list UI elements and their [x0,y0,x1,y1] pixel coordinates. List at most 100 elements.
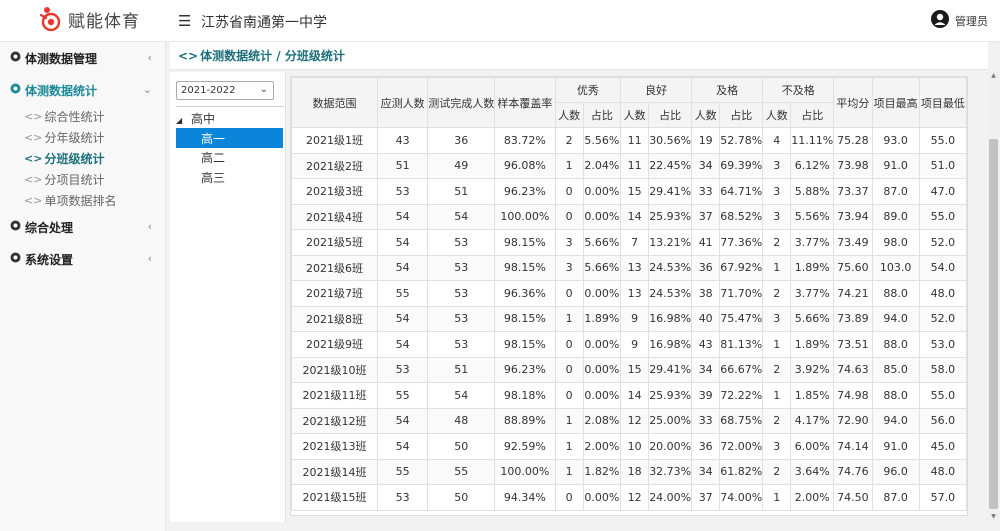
year-select[interactable]: 2021-2022 ⌄ [176,81,274,100]
tree-node-grade-2[interactable]: 高二 [176,147,283,167]
col-header-count[interactable]: 人数 [691,102,721,128]
table-cell: 98.18% [494,382,556,409]
table-row[interactable]: 2021级13班 54 50 92.59% 1 2.00% 10 20.00% 36 72.00%… [291,433,967,460]
tree-node-grade-3[interactable]: 高三 [176,167,283,187]
table-cell: 3 [762,152,792,179]
app-logo[interactable]: 赋能体育 [38,6,140,32]
table-cell: 33 [691,178,721,205]
nav-item-project-stats[interactable]: <> 分项目统计 [0,169,165,190]
table-cell: 55 [427,458,496,485]
table-row[interactable]: 2021级11班 55 54 98.18% 0 0.00% 14 25.93% 39 72.22%… [291,382,967,409]
table-cell: 54 [427,203,496,230]
table-row[interactable]: 2021级7班 55 53 96.36% 0 0.00% 13 24.53% 38 71.70% 2… [291,280,967,307]
table-cell: 6.00% [790,433,835,460]
scroll-down-arrow-icon[interactable]: ▼ [988,513,999,523]
circle-icon [10,252,21,266]
table-cell: 74.76 [833,458,873,485]
table-cell: 25.93% [648,203,693,230]
table-row[interactable]: 2021级8班 54 53 98.15% 1 1.89% 9 16.98% 40 75.47% 3 5… [291,305,967,332]
table-row[interactable]: 2021级12班 54 48 88.89% 1 2.08% 12 25.00% 33 68.75%… [291,407,967,434]
col-header-count[interactable]: 人数 [762,102,792,128]
col-header-completed[interactable]: 测试完成人数 [427,77,496,128]
table-cell: 88.0 [871,382,920,409]
col-header-ratio[interactable]: 占比 [719,102,764,128]
table-cell: 2021级15班 [291,484,379,511]
table-row[interactable]: 2021级15班 53 50 94.34% 0 0.00% 12 24.00% 37 74.00%… [291,484,967,511]
table-cell: 3 [762,203,792,230]
table-row[interactable]: 2021级1班 43 36 83.72% 2 5.56% 11 30.56% 19 52.78% 4… [291,127,967,154]
table-cell: 54 [377,229,429,256]
col-header-range[interactable]: 数据范围 [291,77,379,128]
table-cell: 2.04% [582,152,622,179]
table-cell: 75.60 [833,254,873,281]
table-cell: 0 [554,484,584,511]
table-row[interactable]: 2021级9班 54 53 98.15% 0 0.00% 9 16.98% 43 81.13% 1 1… [291,331,967,358]
nav-group-data-statistics[interactable]: 体测数据统计 ⌄ [0,74,165,106]
table-cell: 96.23% [494,178,556,205]
nav-item-class-stats[interactable]: <> 分班级统计 [0,148,165,169]
table-cell: 4.17% [790,407,835,434]
table-row[interactable]: 2021级5班 54 53 98.15% 3 5.66% 7 13.21% 41 77.36% 2 3… [291,229,967,256]
table-cell: 14 [620,382,650,409]
menu-toggle-icon[interactable]: ☰ [178,12,191,30]
table-row[interactable]: 2021级2班 51 49 96.08% 1 2.04% 11 22.45% 34 69.39% 3… [291,152,967,179]
col-header-max[interactable]: 项目最高 [871,77,920,128]
table-cell: 24.00% [648,484,693,511]
breadcrumb-text[interactable]: 体测数据统计 / 分班级统计 [200,47,345,64]
code-icon: <> [24,173,43,186]
col-header-min[interactable]: 项目最低 [918,77,967,128]
user-name: 管理员 [955,14,988,28]
table-cell: 53 [377,484,429,511]
scrollbar-thumb[interactable] [989,139,998,509]
col-header-expected[interactable]: 应测人数 [377,77,429,128]
table-cell: 0 [554,382,584,409]
col-header-pass: 及格 [691,77,764,103]
scroll-up-arrow-icon[interactable]: ▲ [988,72,999,82]
nav-group-settings[interactable]: 系统设置 ‹ [0,243,165,275]
table-cell: 2 [554,127,584,154]
table-cell: 93.0 [871,127,920,154]
col-header-ratio[interactable]: 占比 [582,102,622,128]
year-select-value: 2021-2022 [181,85,236,96]
table-row[interactable]: 2021级6班 54 53 98.15% 3 5.66% 13 24.53% 36 67.92% 1… [291,254,967,281]
table-cell: 3.77% [790,229,835,256]
table-cell: 2.00% [582,433,622,460]
table-cell: 1.89% [582,305,622,332]
nav-item-grade-stats[interactable]: <> 分年级统计 [0,127,165,148]
table-row[interactable]: 2021级3班 53 51 96.23% 0 0.00% 15 29.41% 33 64.71% 3… [291,178,967,205]
table-cell: 48 [427,407,496,434]
col-header-count[interactable]: 人数 [620,102,650,128]
circle-icon [10,83,21,97]
nav-group-comprehensive[interactable]: 综合处理 ‹ [0,211,165,243]
divider [176,106,284,107]
table-row[interactable]: 2021级14班 55 55 100.00% 1 1.82% 18 32.73% 34 61.82… [291,458,967,485]
tree-root-label: 高中 [190,112,215,126]
tree-root-node[interactable]: ◢ 高中 [176,110,215,127]
col-header-ratio[interactable]: 占比 [790,102,835,128]
table-cell: 7 [620,229,650,256]
nav-item-label: 分年级统计 [44,131,105,145]
table-cell: 74.00% [719,484,764,511]
nav-item-single-ranking[interactable]: <> 单项数据排名 [0,190,165,211]
user-menu[interactable]: 管理员 [931,10,988,31]
chevron-left-icon: ‹ [147,252,152,265]
table-cell: 68.75% [719,407,764,434]
table-cell: 48.0 [918,280,967,307]
col-header-ratio[interactable]: 占比 [648,102,693,128]
table-cell: 1 [762,484,792,511]
table-cell: 54 [377,203,429,230]
table-cell: 3 [762,178,792,205]
table-cell: 2021级14班 [291,458,379,485]
nav-item-label: 分项目统计 [44,173,105,187]
tree-node-label: 高一 [201,131,226,146]
table-cell: 16.98% [648,305,693,332]
col-header-count[interactable]: 人数 [554,102,584,128]
col-header-avg[interactable]: 平均分 [833,77,873,128]
table-row[interactable]: 2021级4班 54 54 100.00% 0 0.00% 14 25.93% 37 68.52%… [291,203,967,230]
table-cell: 18 [620,458,650,485]
tree-node-grade-1[interactable]: 高一 [176,128,283,148]
nav-item-overall-stats[interactable]: <> 综合性统计 [0,106,165,127]
col-header-coverage[interactable]: 样本覆盖率 [494,77,556,128]
nav-group-data-management[interactable]: 体测数据管理 ‹ [0,42,165,74]
table-row[interactable]: 2021级10班 53 51 96.23% 0 0.00% 15 29.41% 34 66.67%… [291,356,967,383]
